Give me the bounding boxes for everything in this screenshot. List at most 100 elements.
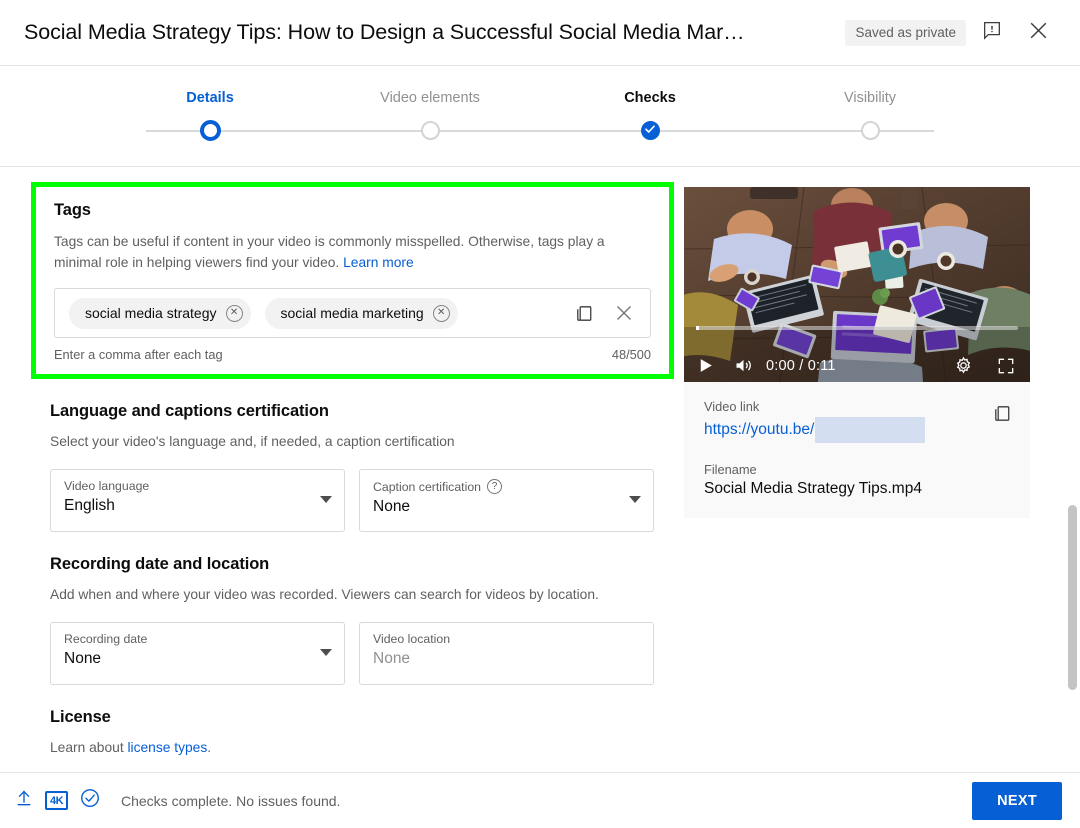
video-language-select[interactable]: Video language English — [50, 469, 345, 532]
dialog-content: Tags Tags can be useful if content in yo… — [0, 168, 1080, 772]
dialog-footer: 4K Checks complete. No issues found. NEX… — [0, 772, 1080, 828]
video-location-label: Video location — [373, 632, 451, 646]
step-dot-details[interactable] — [199, 120, 221, 141]
help-icon[interactable]: ? — [487, 479, 502, 494]
fullscreen-button[interactable] — [996, 356, 1016, 376]
video-controls: 0:00 / 0:11 — [684, 326, 1030, 382]
tags-actions — [573, 301, 640, 325]
license-description: Learn about license types. — [50, 737, 650, 758]
upload-icon — [14, 788, 34, 813]
recording-description: Add when and where your video was record… — [50, 587, 599, 602]
license-title: License — [50, 708, 111, 726]
tags-hint: Enter a comma after each tag — [54, 347, 223, 362]
play-icon — [696, 356, 715, 375]
feedback-bubble-icon — [981, 19, 1003, 46]
video-location-input[interactable]: Video location None — [359, 622, 654, 685]
video-progress-bar[interactable] — [696, 326, 1018, 330]
chevron-down-icon — [320, 496, 332, 503]
resolution-badge-label: 4K — [45, 791, 68, 810]
gear-icon — [953, 355, 974, 376]
language-description: Select your video's language and, if nee… — [50, 434, 455, 449]
status-badge: Saved as private — [845, 19, 966, 46]
close-icon — [1026, 18, 1051, 48]
caption-certification-select[interactable]: Caption certification ? None — [359, 469, 654, 532]
step-label-video-elements[interactable]: Video elements — [320, 90, 540, 106]
upload-status-button[interactable] — [14, 788, 34, 813]
tag-chip[interactable]: social media marketing ✕ — [264, 297, 458, 329]
video-id-redacted — [815, 417, 926, 443]
next-button[interactable]: NEXT — [972, 781, 1062, 820]
remove-tag-icon[interactable]: ✕ — [432, 304, 450, 322]
fullscreen-icon — [996, 356, 1016, 376]
video-preview-panel: 0:00 / 0:11 Video link https://youtu.be/… — [684, 168, 1080, 758]
remove-tag-icon[interactable]: ✕ — [225, 304, 243, 322]
video-link-url: https://youtu.be/ — [704, 421, 815, 438]
details-form: Tags Tags can be useful if content in yo… — [0, 168, 684, 758]
video-meta: Video link https://youtu.be/ Filename So… — [684, 382, 1030, 518]
license-text-suffix: . — [207, 740, 212, 755]
close-button[interactable] — [1018, 13, 1058, 53]
volume-button[interactable] — [733, 355, 754, 376]
copy-icon[interactable] — [573, 302, 596, 325]
tags-input[interactable]: social media strategy ✕ social media mar… — [54, 288, 651, 338]
step-dot-checks[interactable] — [640, 121, 660, 140]
step-dot-video-elements[interactable] — [420, 121, 440, 140]
tags-title: Tags — [54, 201, 91, 219]
tag-chip[interactable]: social media strategy ✕ — [69, 297, 251, 329]
tag-chip-label: social media marketing — [280, 305, 424, 321]
tags-footer: Enter a comma after each tag 48/500 — [54, 347, 651, 362]
chevron-down-icon — [320, 649, 332, 656]
tags-learn-more-link[interactable]: Learn more — [343, 255, 414, 270]
stepper-track — [100, 120, 980, 142]
recording-section: Recording date and location Add when and… — [50, 555, 684, 685]
check-circle-icon — [79, 787, 101, 814]
video-thumbnail[interactable]: 0:00 / 0:11 — [684, 187, 1030, 382]
language-section: Language and captions certification Sele… — [50, 402, 684, 532]
tags-character-counter: 48/500 — [611, 347, 651, 362]
settings-button[interactable] — [953, 355, 974, 376]
chevron-down-icon — [629, 496, 641, 503]
tag-chip-label: social media strategy — [85, 305, 217, 321]
clear-all-icon[interactable] — [612, 301, 636, 325]
stepper-labels: Details Video elements Checks Visibility — [100, 66, 980, 106]
page-title: Social Media Strategy Tips: How to Desig… — [24, 20, 745, 44]
language-title: Language and captions certification — [50, 402, 329, 420]
license-types-link[interactable]: license types — [127, 740, 207, 755]
copy-video-link-button[interactable] — [991, 402, 1014, 430]
copy-icon — [991, 406, 1014, 429]
tags-description-text: Tags can be useful if content in your vi… — [54, 234, 605, 270]
step-label-checks[interactable]: Checks — [540, 90, 760, 106]
video-language-label: Video language — [64, 479, 150, 493]
recording-date-select[interactable]: Recording date None — [50, 622, 345, 685]
step-label-visibility[interactable]: Visibility — [760, 90, 980, 106]
play-button[interactable] — [696, 356, 715, 375]
license-text-prefix: Learn about — [50, 740, 128, 755]
recording-title: Recording date and location — [50, 555, 270, 573]
video-language-value: English — [64, 497, 115, 514]
resolution-badge: 4K — [45, 791, 68, 810]
feedback-button[interactable] — [972, 13, 1012, 53]
caption-certification-value: None — [373, 498, 411, 515]
checks-status-icon[interactable] — [79, 787, 101, 814]
volume-icon — [733, 355, 754, 376]
filename-label: Filename — [704, 462, 757, 477]
video-time: 0:00 / 0:11 — [766, 357, 836, 374]
recording-date-label: Recording date — [64, 632, 148, 646]
checkmark-icon — [644, 122, 656, 140]
recording-date-value: None — [64, 650, 102, 667]
dialog-header: Social Media Strategy Tips: How to Desig… — [0, 0, 1080, 66]
tags-section: Tags Tags can be useful if content in yo… — [31, 182, 674, 379]
upload-stepper: Details Video elements Checks Visibility — [0, 66, 1080, 167]
vertical-scrollbar[interactable] — [1068, 505, 1077, 690]
caption-certification-label: Caption certification — [373, 479, 481, 494]
license-section: License Learn about license types. — [50, 708, 684, 758]
video-link[interactable]: https://youtu.be/ — [704, 417, 1012, 443]
video-progress-handle[interactable] — [696, 326, 699, 330]
step-dot-visibility[interactable] — [860, 121, 880, 140]
checks-status-text: Checks complete. No issues found. — [121, 792, 341, 809]
step-label-details[interactable]: Details — [100, 90, 320, 106]
filename-value: Social Media Strategy Tips.mp4 — [704, 480, 922, 497]
tags-description: Tags can be useful if content in your vi… — [54, 231, 651, 273]
tag-chip-list: social media strategy ✕ social media mar… — [69, 297, 573, 329]
video-location-value: None — [373, 650, 411, 667]
